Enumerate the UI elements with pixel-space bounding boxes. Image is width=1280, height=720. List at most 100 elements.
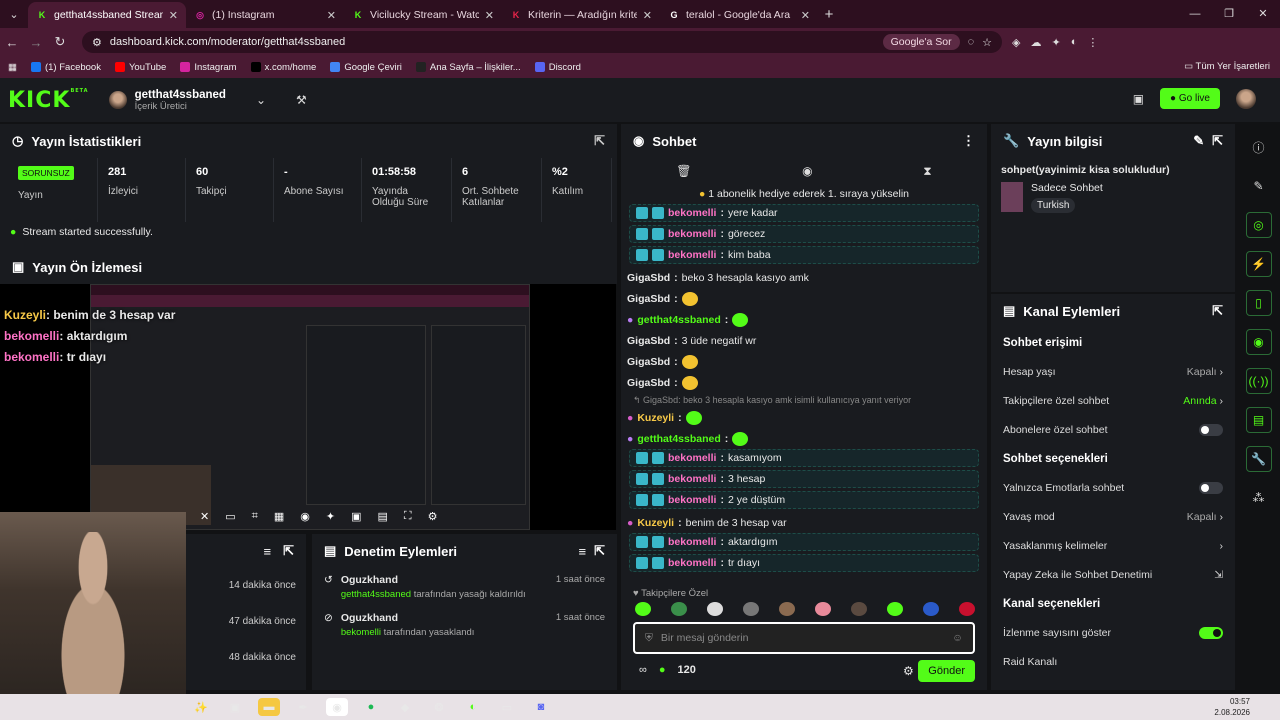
task-view-icon[interactable]: ▣ [224, 698, 246, 716]
chat-message[interactable]: GigaSbd: [621, 351, 987, 372]
mod-action-item[interactable]: ⊘ Oguzkhand 1 saat önce bekomelli tarafında… [312, 606, 617, 644]
emote-icon[interactable] [779, 602, 795, 616]
emote-icon[interactable] [635, 602, 651, 616]
bookmark-item[interactable]: (1) Facebook [30, 62, 101, 73]
database-icon[interactable]: ▤ [1245, 407, 1272, 433]
chrome-icon[interactable]: ◉ [326, 698, 348, 716]
play-icon[interactable]: ◉ [300, 510, 310, 530]
url-field[interactable]: ⚙ dashboard.kick.com/moderator/getthat4s… [82, 31, 1002, 53]
chat-message[interactable]: GigaSbd: [621, 372, 987, 393]
chat-bubble-icon[interactable]: ◉ [802, 164, 812, 178]
profile-icon[interactable]: ◐ [1071, 36, 1078, 49]
category-name[interactable]: Sadece Sohbet [1031, 182, 1103, 194]
forward-icon[interactable]: → [24, 35, 48, 50]
bookmark-item[interactable]: YouTube [114, 62, 166, 73]
shield-icon[interactable]: ⛨ [645, 632, 653, 645]
hourglass-icon[interactable]: ⧗ [923, 164, 931, 179]
chat-user[interactable]: bekomelli [668, 557, 716, 569]
chat-message[interactable]: ● Kuzeyli: [621, 407, 987, 428]
sparkle-icon[interactable]: ✦ [326, 510, 335, 530]
send-button[interactable]: Gönder [918, 660, 975, 682]
wrench-icon[interactable]: 🔧 [1245, 446, 1272, 472]
fullscreen-icon[interactable]: ⛶ [404, 510, 412, 530]
extension-icon[interactable]: ◈ [1012, 36, 1020, 49]
edit-icon[interactable]: ✎ [1193, 133, 1204, 149]
kick-logo[interactable]: KICKBETA [8, 88, 89, 113]
show-viewers-option[interactable]: İzlenme sayısını göster [991, 618, 1235, 647]
minimize-icon[interactable]: — [1178, 0, 1212, 28]
emote-icon[interactable] [815, 602, 831, 616]
chat-user[interactable]: GigaSbd [627, 335, 670, 347]
trash-icon[interactable]: 🗑 [676, 164, 691, 178]
chat-user[interactable]: bekomelli [668, 249, 716, 261]
browser-tab[interactable]: Gteralol - Google'da Ara ✕ [660, 2, 818, 28]
browser-tab[interactable]: ◎ (1) Instagram ✕ [186, 2, 344, 28]
pencil-icon[interactable]: ✎ [1246, 173, 1272, 199]
chat-user[interactable]: GigaSbd [627, 377, 670, 389]
bookmark-item[interactable]: Instagram [180, 62, 237, 73]
hammer-icon[interactable]: ⚒ [296, 93, 307, 107]
more-icon[interactable]: ⋮ [962, 133, 975, 149]
layer-icon[interactable]: ▤ [377, 510, 387, 530]
media-icon[interactable]: ▣ [1133, 92, 1144, 106]
chat-user[interactable]: GigaSbd [627, 272, 670, 284]
reload-icon[interactable]: ↻ [48, 34, 72, 50]
filter-icon[interactable]: ≡ [264, 544, 272, 559]
popout-icon[interactable]: ⇱ [594, 543, 605, 559]
chat-message[interactable]: bekomelli: aktardıgım [629, 533, 979, 551]
emote-only-toggle[interactable] [1199, 481, 1223, 494]
eye-off-icon[interactable]: ◌ [968, 36, 975, 48]
filter-icon[interactable]: ≡ [579, 544, 587, 559]
close-tab-icon[interactable]: ✕ [327, 9, 336, 22]
chat-user[interactable]: bekomelli [668, 207, 716, 219]
chat-user[interactable]: getthat4ssbaned [637, 314, 720, 326]
crop-icon[interactable]: ⌗ [252, 510, 258, 530]
close-window-icon[interactable]: ✕ [1246, 0, 1280, 28]
followers-chat-option[interactable]: Takipçilere özel sohbet Anında › [991, 386, 1235, 415]
chat-user[interactable]: bekomelli [668, 452, 716, 464]
chat-user[interactable]: bekomelli [668, 473, 716, 485]
google-ask-button[interactable]: Google'a Sor [882, 34, 960, 50]
group-icon[interactable]: ⁂ [1246, 485, 1272, 511]
close-tab-icon[interactable]: ✕ [801, 9, 810, 22]
chat-user[interactable]: bekomelli [668, 536, 716, 548]
chevron-down-icon[interactable]: ⌄ [256, 93, 266, 107]
emote-icon[interactable] [707, 602, 723, 616]
chat-message[interactable]: bekomelli: kasamıyom [629, 449, 979, 467]
puzzle-icon[interactable]: ✦ [1051, 36, 1060, 49]
frame-icon[interactable]: ▣ [351, 510, 361, 530]
chat-message[interactable]: bekomelli: görecez [629, 225, 979, 243]
infinity-icon[interactable]: ∞ [639, 664, 647, 676]
chat-message[interactable]: bekomelli:3 hesap [629, 470, 979, 488]
user-avatar[interactable] [1236, 88, 1256, 109]
raid-option[interactable]: Raid Kanalı [991, 647, 1235, 676]
all-bookmarks[interactable]: ▭ Tüm Yer İşaretleri [1184, 61, 1270, 72]
ai-mod-option[interactable]: Yapay Zeka ile Sohbet Denetimi ⇲ [991, 560, 1235, 589]
chat-message[interactable]: ● getthat4ssbaned: [621, 309, 987, 330]
popout-icon[interactable]: ⇱ [283, 543, 294, 559]
bookmark-item[interactable]: Ana Sayfa – İlişkiler... [415, 62, 521, 73]
chat-message[interactable]: GigaSbd:3 üde negatif wr [621, 330, 987, 351]
close-tab-icon[interactable]: ✕ [169, 9, 178, 22]
browser-tab[interactable]: Kgetthat4ssbaned Stream - Kick ✕ [28, 2, 186, 28]
mod-action-item[interactable]: ↺ Oguzkhand 1 saat önce getthat4ssbaned tar… [312, 568, 617, 606]
emote-icon[interactable] [743, 602, 759, 616]
back-icon[interactable]: ← [0, 35, 24, 50]
chat-user[interactable]: getthat4ssbaned [637, 433, 720, 445]
show-viewers-toggle[interactable] [1199, 626, 1223, 639]
grid-icon[interactable]: ▦ [274, 510, 284, 530]
menu-icon[interactable]: ⋮ [1087, 36, 1098, 49]
chat-user[interactable]: Kuzeyli [637, 517, 674, 529]
emote-only-option[interactable]: Yalnızca Emotlarla sohbet [991, 473, 1235, 502]
slow-mode-option[interactable]: Yavaş mod Kapalı › [991, 502, 1235, 531]
app-icon[interactable]: ◆ [394, 698, 416, 716]
flag-icon[interactable] [923, 602, 939, 616]
folder-icon[interactable]: ▬ [258, 698, 280, 716]
settings-icon[interactable]: ⚙ [428, 510, 438, 530]
broadcast-icon[interactable]: ((·)) [1245, 368, 1272, 394]
document-icon[interactable]: ▯ [1245, 290, 1272, 316]
pen-icon[interactable]: ✒ [292, 698, 314, 716]
emote-icon[interactable] [671, 602, 687, 616]
browser-tab[interactable]: K Vicilucky Stream - Watch Live o ✕ [344, 2, 502, 28]
chat-message[interactable]: bekomelli: tr dıayı [629, 554, 979, 572]
